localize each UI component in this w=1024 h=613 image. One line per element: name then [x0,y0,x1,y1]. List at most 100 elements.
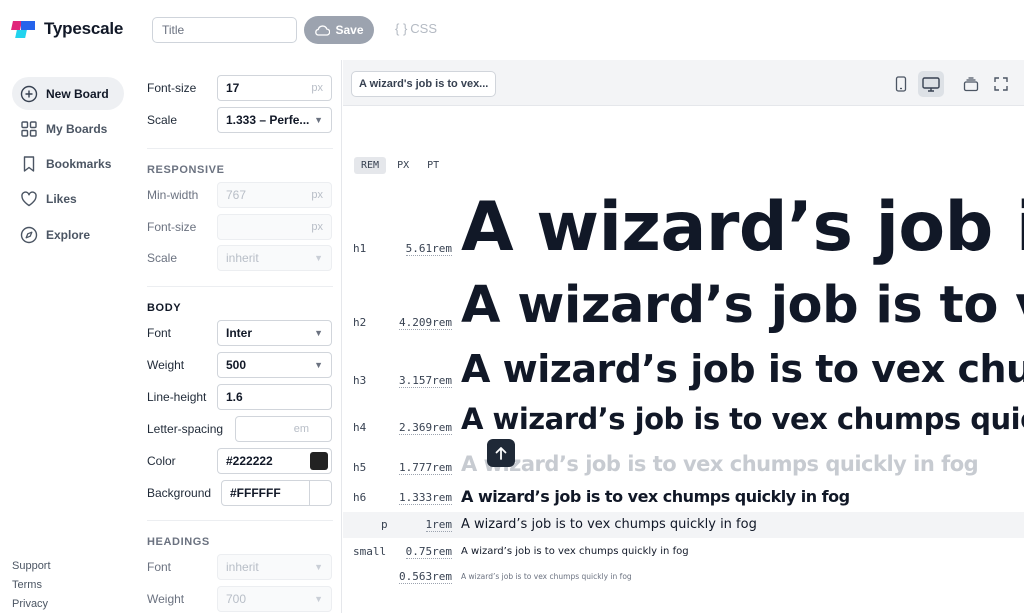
nav-label: My Boards [46,121,108,136]
row-sample: A wizard’s job is to vex chumps quickly … [461,276,1024,335]
letter-spacing-input[interactable]: em [235,416,332,442]
nav-likes[interactable]: Likes [12,182,124,215]
save-button[interactable]: Save [304,16,374,44]
headings-font-label: Font [147,560,172,574]
braces-icon: { } [395,21,408,36]
chevron-down-icon: ▼ [314,594,323,604]
responsive-scale-select[interactable]: inherit ▼ [217,245,332,271]
nav-label: New Board [46,86,109,101]
nav-my-boards[interactable]: My Boards [12,112,124,145]
support-link[interactable]: Support [12,560,51,572]
responsive-font-size-input[interactable]: px [217,214,332,240]
row-tag: h3 [353,374,367,387]
row-size: 2.369rem [399,421,452,435]
chevron-down-icon: ▼ [314,115,323,125]
row-tag: h5 [353,461,367,474]
chevron-down-icon: ▼ [314,360,323,370]
grid-icon [21,120,37,137]
preview-area: A wizard's job is to vex... REM PX PT h1… [343,60,1024,613]
line-height-label: Line-height [147,390,207,404]
row-size: 0.563rem [399,570,452,584]
mobile-view-button[interactable] [888,71,914,97]
divider [147,148,333,149]
scale-row-h5: h5 1.777rem A wizard’s job is to vex chu… [343,450,1024,478]
row-tag: h6 [353,491,367,504]
row-size: 4.209rem [399,316,452,330]
headings-weight-select[interactable]: 700 ▼ [217,586,332,612]
body-weight-label: Weight [147,358,185,372]
phone-icon [895,76,907,92]
row-sample: A wizard’s job is to vex chumps quickly … [461,188,1024,267]
row-size: 5.61rem [405,242,452,256]
desktop-view-button[interactable] [918,71,944,97]
scale-row-p: p 1rem A wizard’s job is to vex chumps q… [343,512,1024,538]
row-sample: A wizard’s job is to vex chumps quickly … [461,452,979,476]
arrow-up-icon [495,447,507,460]
nav-label: Likes [46,191,77,206]
scale-row-small: small 0.75rem A wizard’s job is to vex c… [343,542,1024,562]
nav-bookmarks[interactable]: Bookmarks [12,147,124,180]
row-sample: A wizard’s job is to vex chumps quickly … [461,402,1024,436]
row-tag: h1 [353,242,367,255]
responsive-heading: RESPONSIVE [147,164,225,176]
terms-link[interactable]: Terms [12,579,42,591]
row-tag: h4 [353,421,367,434]
font-size-input[interactable]: 17 px [217,75,332,101]
line-height-input[interactable]: 1.6 [217,384,332,410]
row-size: 1.777rem [399,461,452,475]
css-button[interactable]: { } CSS [395,21,437,36]
sample-text-input[interactable]: A wizard's job is to vex... [351,71,496,97]
row-tag: p [381,518,388,531]
row-tag: h2 [353,316,367,329]
title-input[interactable] [152,17,297,43]
row-size: 3.157rem [399,374,452,388]
headings-weight-label: Weight [147,592,185,606]
settings-panel: Font-size 17 px Scale 1.333 – Perfe... ▼… [134,60,342,613]
chevron-down-icon: ▼ [314,253,323,263]
letter-spacing-label: Letter-spacing [147,422,224,436]
layers-button[interactable] [958,71,984,97]
app-name: Typescale [44,19,124,38]
divider [147,520,333,521]
row-sample: A wizard’s job is to vex chumps quickly … [461,572,632,581]
privacy-link[interactable]: Privacy [12,598,48,610]
unit-toggle: REM PX PT [354,157,446,174]
row-sample: A wizard’s job is to vex chumps quickly … [461,347,1024,391]
color-swatch[interactable] [310,452,328,470]
unit-rem[interactable]: REM [354,157,387,174]
nav-explore[interactable]: Explore [12,218,124,251]
scale-row-h6: h6 1.333rem A wizard’s job is to vex chu… [343,485,1024,509]
background-swatch[interactable] [309,481,331,505]
min-width-label: Min-width [147,188,199,202]
body-weight-select[interactable]: 500 ▼ [217,352,332,378]
scale-select[interactable]: 1.333 – Perfe... ▼ [217,107,332,133]
unit-pt[interactable]: PT [420,157,446,174]
responsive-scale-label: Scale [147,251,178,265]
fullscreen-button[interactable] [988,71,1014,97]
monitor-icon [922,76,940,92]
body-font-select[interactable]: Inter ▼ [217,320,332,346]
scroll-to-top-button[interactable] [487,439,515,467]
headings-font-select[interactable]: inherit ▼ [217,554,332,580]
color-input[interactable]: #222222 [217,448,332,474]
min-width-input[interactable]: 767 px [217,182,332,208]
row-sample: A wizard’s job is to vex chumps quickly … [461,546,689,557]
unit-px[interactable]: PX [390,157,416,174]
body-heading: BODY [147,302,182,314]
chevron-down-icon: ▼ [314,328,323,338]
row-size: 0.75rem [405,545,452,559]
compass-icon [20,226,38,243]
layers-icon [963,76,979,91]
scale-row-h3: h3 3.157rem A wizard’s job is to vex chu… [343,347,1024,391]
row-size: 1rem [425,518,452,532]
css-label: CSS [410,21,438,36]
background-input[interactable]: #FFFFFF [221,480,332,506]
nav-label: Bookmarks [46,156,112,171]
nav-new-board[interactable]: New Board [12,77,124,110]
bookmark-icon [23,155,35,172]
row-sample: A wizard’s job is to vex chumps quickly … [461,517,757,532]
left-nav: New Board My Boards Bookmarks Likes Expl… [0,60,134,613]
cloud-icon [315,24,331,36]
app-logo[interactable]: Typescale [11,19,124,39]
divider [147,286,333,287]
